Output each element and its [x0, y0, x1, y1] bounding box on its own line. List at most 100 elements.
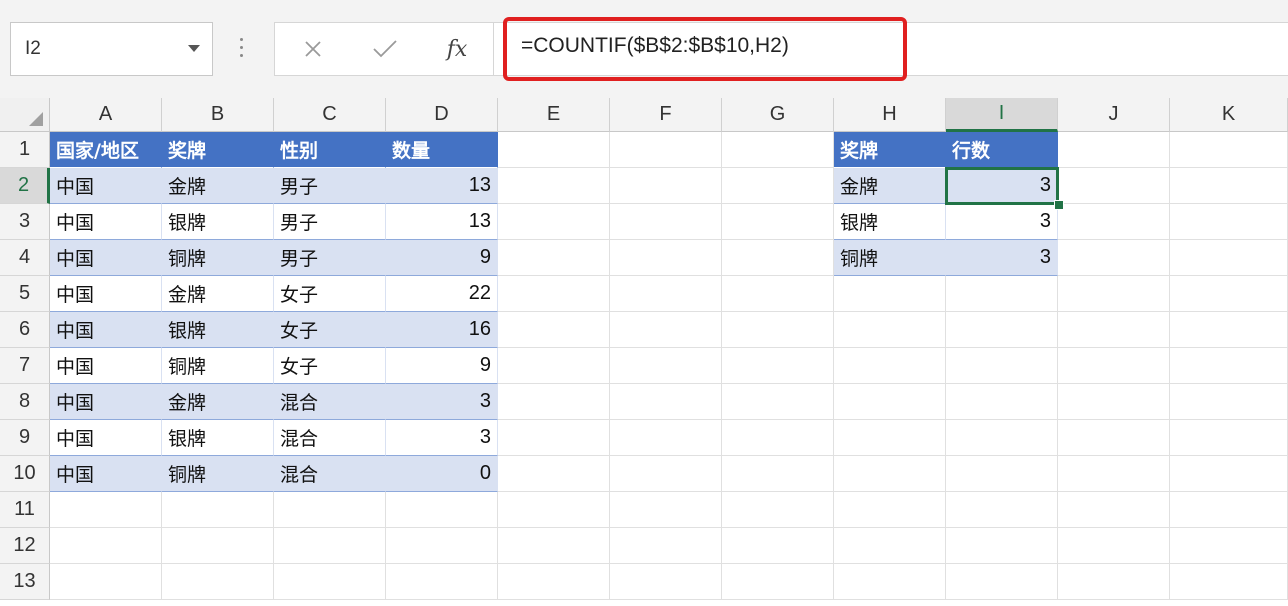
- column-header-b[interactable]: B: [162, 98, 274, 132]
- cell-j7[interactable]: [1058, 348, 1170, 384]
- cell-g9[interactable]: [722, 420, 834, 456]
- cell-i13[interactable]: [946, 564, 1058, 600]
- cell-c3[interactable]: 男子: [274, 204, 386, 240]
- cell-c11[interactable]: [274, 492, 386, 528]
- cell-j12[interactable]: [1058, 528, 1170, 564]
- cell-d1[interactable]: 数量: [386, 132, 498, 168]
- cell-b4[interactable]: 铜牌: [162, 240, 274, 276]
- row-header-7[interactable]: 7: [0, 348, 50, 384]
- cell-j8[interactable]: [1058, 384, 1170, 420]
- cell-h4[interactable]: 铜牌: [834, 240, 946, 276]
- cell-k11[interactable]: [1170, 492, 1288, 528]
- cell-a2[interactable]: 中国: [50, 168, 162, 204]
- cell-c2[interactable]: 男子: [274, 168, 386, 204]
- cell-d8[interactable]: 3: [386, 384, 498, 420]
- cell-b7[interactable]: 铜牌: [162, 348, 274, 384]
- name-box-value[interactable]: I2: [25, 38, 41, 60]
- cell-c10[interactable]: 混合: [274, 456, 386, 492]
- cell-a4[interactable]: 中国: [50, 240, 162, 276]
- function-icon[interactable]: fx: [433, 23, 481, 75]
- cell-j2[interactable]: [1058, 168, 1170, 204]
- cell-e12[interactable]: [498, 528, 610, 564]
- cell-g2[interactable]: [722, 168, 834, 204]
- cell-d5[interactable]: 22: [386, 276, 498, 312]
- cell-a12[interactable]: [50, 528, 162, 564]
- cell-j10[interactable]: [1058, 456, 1170, 492]
- cell-d12[interactable]: [386, 528, 498, 564]
- cell-e6[interactable]: [498, 312, 610, 348]
- row-header-9[interactable]: 9: [0, 420, 50, 456]
- cell-a3[interactable]: 中国: [50, 204, 162, 240]
- cell-f10[interactable]: [610, 456, 722, 492]
- cell-k12[interactable]: [1170, 528, 1288, 564]
- cell-k3[interactable]: [1170, 204, 1288, 240]
- cell-g13[interactable]: [722, 564, 834, 600]
- cell-e7[interactable]: [498, 348, 610, 384]
- cell-k10[interactable]: [1170, 456, 1288, 492]
- cell-f8[interactable]: [610, 384, 722, 420]
- cell-j5[interactable]: [1058, 276, 1170, 312]
- cell-c4[interactable]: 男子: [274, 240, 386, 276]
- cell-k1[interactable]: [1170, 132, 1288, 168]
- cell-g10[interactable]: [722, 456, 834, 492]
- cell-c13[interactable]: [274, 564, 386, 600]
- cell-h6[interactable]: [834, 312, 946, 348]
- cell-h5[interactable]: [834, 276, 946, 312]
- select-all-icon[interactable]: [0, 98, 50, 132]
- cell-e4[interactable]: [498, 240, 610, 276]
- cell-i8[interactable]: [946, 384, 1058, 420]
- cell-g5[interactable]: [722, 276, 834, 312]
- cell-k7[interactable]: [1170, 348, 1288, 384]
- cell-k2[interactable]: [1170, 168, 1288, 204]
- cell-h7[interactable]: [834, 348, 946, 384]
- cell-e8[interactable]: [498, 384, 610, 420]
- fill-handle[interactable]: [1054, 200, 1064, 210]
- cell-b5[interactable]: 金牌: [162, 276, 274, 312]
- cell-c5[interactable]: 女子: [274, 276, 386, 312]
- cell-c12[interactable]: [274, 528, 386, 564]
- cell-j6[interactable]: [1058, 312, 1170, 348]
- cell-k4[interactable]: [1170, 240, 1288, 276]
- cell-f3[interactable]: [610, 204, 722, 240]
- cell-g3[interactable]: [722, 204, 834, 240]
- cell-j4[interactable]: [1058, 240, 1170, 276]
- cell-i5[interactable]: [946, 276, 1058, 312]
- cell-a8[interactable]: 中国: [50, 384, 162, 420]
- cell-b8[interactable]: 金牌: [162, 384, 274, 420]
- row-header-10[interactable]: 10: [0, 456, 50, 492]
- cell-a10[interactable]: 中国: [50, 456, 162, 492]
- cell-a5[interactable]: 中国: [50, 276, 162, 312]
- cell-f6[interactable]: [610, 312, 722, 348]
- cell-g7[interactable]: [722, 348, 834, 384]
- column-header-e[interactable]: E: [498, 98, 610, 132]
- chevron-down-icon[interactable]: [188, 45, 200, 52]
- cell-b13[interactable]: [162, 564, 274, 600]
- column-header-i[interactable]: I: [946, 98, 1058, 132]
- column-header-k[interactable]: K: [1170, 98, 1288, 132]
- cell-i2[interactable]: 3: [946, 168, 1058, 204]
- cell-f7[interactable]: [610, 348, 722, 384]
- cell-b9[interactable]: 银牌: [162, 420, 274, 456]
- cell-e11[interactable]: [498, 492, 610, 528]
- cell-d4[interactable]: 9: [386, 240, 498, 276]
- row-header-3[interactable]: 3: [0, 204, 50, 240]
- cell-i3[interactable]: 3: [946, 204, 1058, 240]
- cell-k8[interactable]: [1170, 384, 1288, 420]
- cell-b12[interactable]: [162, 528, 274, 564]
- column-header-a[interactable]: A: [50, 98, 162, 132]
- column-header-h[interactable]: H: [834, 98, 946, 132]
- row-header-4[interactable]: 4: [0, 240, 50, 276]
- cell-i12[interactable]: [946, 528, 1058, 564]
- cell-a11[interactable]: [50, 492, 162, 528]
- cell-j1[interactable]: [1058, 132, 1170, 168]
- cell-h8[interactable]: [834, 384, 946, 420]
- cell-f2[interactable]: [610, 168, 722, 204]
- row-header-6[interactable]: 6: [0, 312, 50, 348]
- cell-a7[interactable]: 中国: [50, 348, 162, 384]
- cell-d3[interactable]: 13: [386, 204, 498, 240]
- cell-f9[interactable]: [610, 420, 722, 456]
- column-header-f[interactable]: F: [610, 98, 722, 132]
- row-header-12[interactable]: 12: [0, 528, 50, 564]
- cell-k6[interactable]: [1170, 312, 1288, 348]
- cell-i10[interactable]: [946, 456, 1058, 492]
